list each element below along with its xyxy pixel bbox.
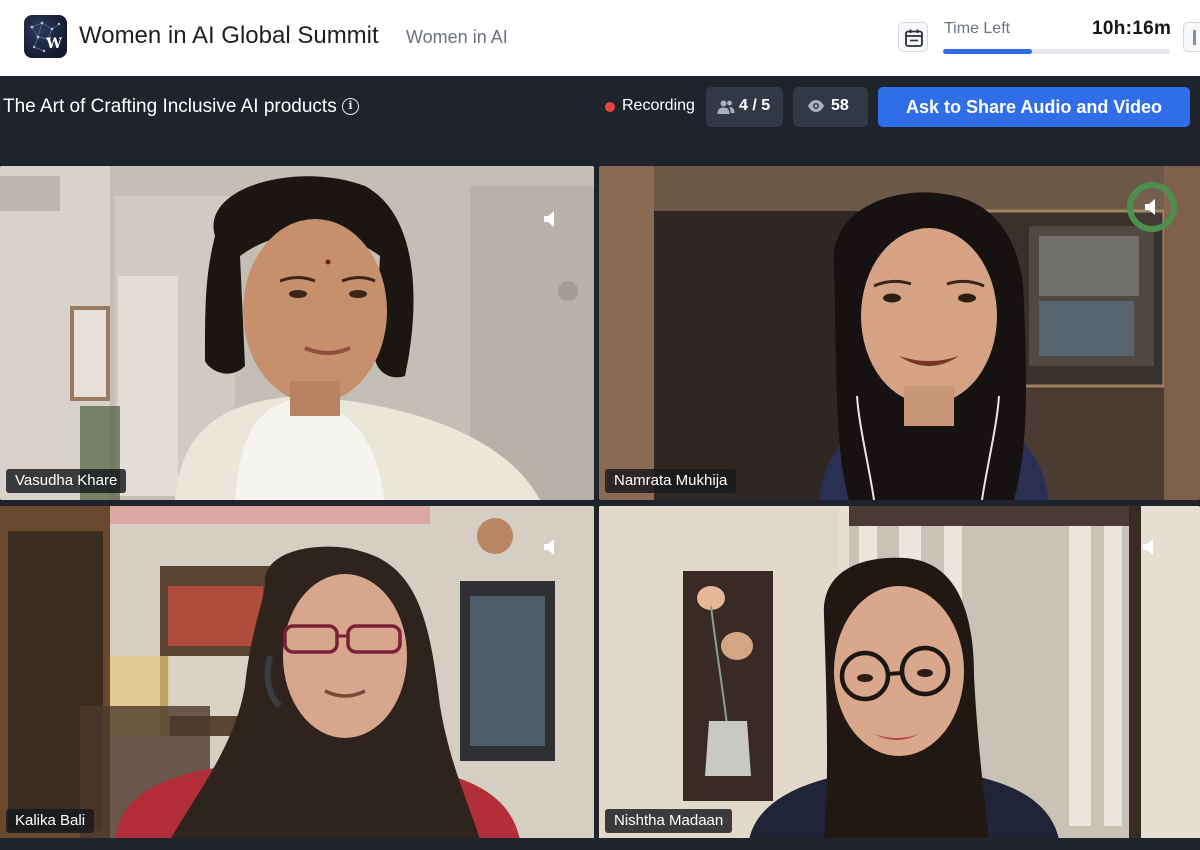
speaker-icon bbox=[1145, 199, 1155, 215]
organizer-name[interactable]: Women in AI bbox=[406, 27, 508, 48]
video-feed-nishtha bbox=[599, 506, 1200, 840]
calendar-icon bbox=[905, 29, 923, 47]
time-left-progress-fill bbox=[943, 49, 1032, 54]
audio-indicator bbox=[528, 196, 574, 242]
participant-video-tile[interactable]: Kalika Bali bbox=[0, 506, 594, 840]
time-left-progress bbox=[943, 49, 1170, 54]
time-left-value: 10h:16m bbox=[1092, 18, 1172, 39]
stage-footer bbox=[0, 838, 1200, 850]
video-feed-namrata bbox=[599, 166, 1200, 500]
audio-indicator bbox=[1127, 524, 1173, 570]
viewers-count: 58 bbox=[831, 97, 849, 114]
speaker-icon bbox=[1143, 539, 1153, 555]
participant-video-tile[interactable]: Namrata Mukhija bbox=[599, 166, 1200, 500]
event-title: Women in AI Global Summit bbox=[79, 22, 379, 49]
eye-icon bbox=[808, 100, 824, 112]
participant-name: Namrata Mukhija bbox=[605, 469, 737, 493]
event-logo[interactable]: W bbox=[24, 15, 67, 58]
participant-video-tile[interactable]: Nishtha Madaan bbox=[599, 506, 1200, 840]
speaker-icon bbox=[544, 539, 554, 555]
participants-icon bbox=[717, 100, 735, 114]
logo-letter: W bbox=[46, 36, 62, 52]
recording-label: Recording bbox=[622, 97, 695, 114]
session-title: The Art of Crafting Inclusive AI product… bbox=[3, 96, 337, 117]
info-icon[interactable]: i bbox=[342, 98, 359, 115]
video-feed-vasudha bbox=[0, 166, 594, 500]
ask-to-share-audio-video-button[interactable]: Ask to Share Audio and Video bbox=[878, 87, 1190, 127]
calendar-button[interactable] bbox=[898, 22, 928, 52]
participants-count-button[interactable]: 4 / 5 bbox=[706, 87, 783, 127]
participant-name: Vasudha Khare bbox=[6, 469, 127, 493]
participant-name: Kalika Bali bbox=[6, 809, 95, 833]
audio-indicator-speaking bbox=[1127, 182, 1177, 232]
top-header: W Women in AI Global Summit Women in AI … bbox=[0, 0, 1200, 76]
participant-video-tile[interactable]: Vasudha Khare bbox=[0, 166, 594, 500]
participants-count: 4 / 5 bbox=[739, 97, 771, 114]
sidebar-toggle-button[interactable] bbox=[1183, 22, 1200, 52]
audio-indicator bbox=[528, 524, 574, 570]
sidebar-toggle-icon bbox=[1193, 30, 1196, 45]
speaker-icon bbox=[544, 211, 554, 227]
time-left-label: Time Left bbox=[944, 20, 1011, 37]
viewers-count-button[interactable]: 58 bbox=[793, 87, 868, 127]
video-feed-kalika bbox=[0, 506, 594, 840]
recording-indicator-dot bbox=[605, 102, 615, 112]
participant-name: Nishtha Madaan bbox=[605, 809, 733, 833]
